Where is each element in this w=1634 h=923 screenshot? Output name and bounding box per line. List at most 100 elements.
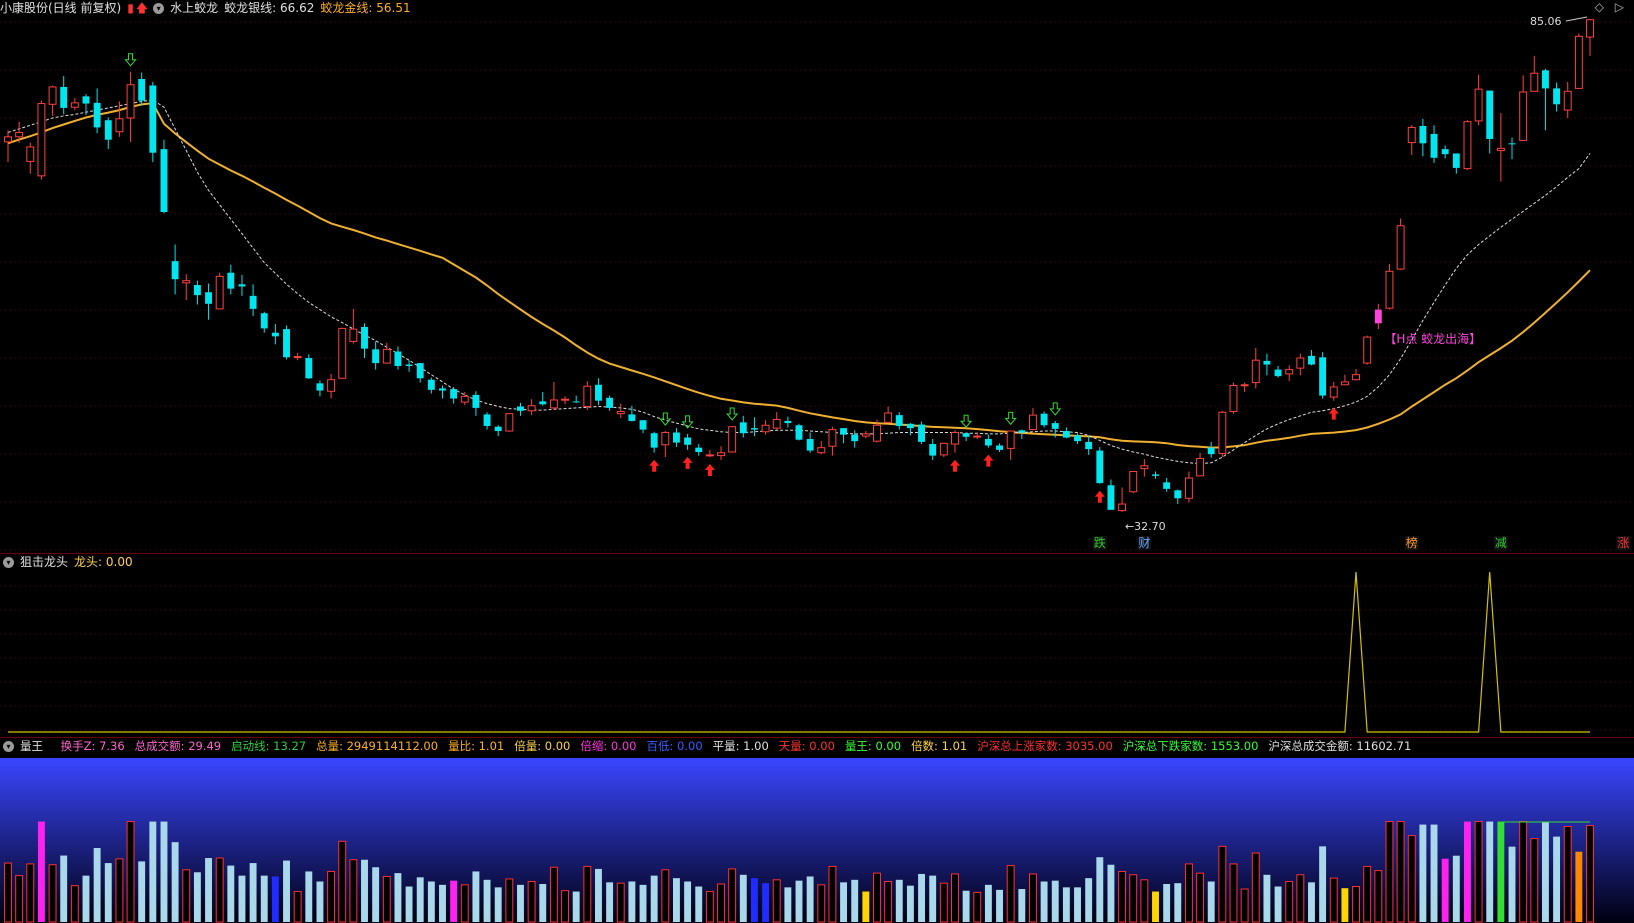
candle: [517, 402, 524, 416]
window-more-icon[interactable]: ▷: [1615, 0, 1624, 14]
volume-bar: [1062, 887, 1070, 922]
candle-body: [1419, 125, 1427, 144]
candle-body: [650, 433, 658, 448]
candle: [695, 444, 703, 456]
silver-line: [7, 99, 1591, 465]
candle: [1441, 145, 1449, 159]
candle-body: [93, 102, 101, 128]
candle-body: [1396, 225, 1405, 270]
sell-arrow-icon: [659, 412, 672, 426]
volume-bar: [1140, 879, 1149, 923]
volume-bar: [1184, 863, 1193, 923]
candle: [1430, 125, 1438, 163]
candle-body: [182, 280, 191, 284]
volume-bar: [205, 858, 212, 922]
candle-body: [483, 414, 491, 426]
buy-arrow-icon: [983, 454, 994, 467]
indicator-menu-icon[interactable]: ▾: [3, 557, 14, 568]
indicator-menu-icon[interactable]: ▾: [153, 3, 165, 14]
volume-bar: [460, 884, 469, 923]
volume-stat-2: 启动线: 13.27: [231, 739, 307, 753]
candle-body: [1196, 458, 1205, 477]
candle-body: [1586, 19, 1594, 38]
candle: [1263, 353, 1271, 376]
volume-bar: [1229, 863, 1238, 923]
volume-bar: [717, 883, 725, 923]
candle-body: [861, 433, 870, 437]
volume-bar: [705, 891, 714, 923]
volume-bar: [1430, 824, 1438, 922]
candle-body: [1530, 72, 1539, 92]
candlestick-chart[interactable]: 85.06 ←32.70 【H点 蛟龙出海】跌 财 榜 减 涨: [0, 0, 1634, 552]
volume-bar: [126, 821, 135, 923]
candle: [572, 395, 580, 403]
candle: [1396, 218, 1405, 270]
candle-body: [549, 399, 558, 409]
candle-body: [450, 389, 458, 399]
candle-body: [817, 447, 826, 454]
volume-bar: [1096, 857, 1104, 922]
candle-body: [1319, 357, 1327, 396]
volume-menu-icon[interactable]: ▾: [3, 741, 14, 752]
candle-body: [439, 388, 446, 391]
candle: [1229, 382, 1238, 414]
candle-body: [472, 394, 480, 408]
indicator-panel[interactable]: ▾ 狙击龙头 龙头: 0.00: [0, 553, 1634, 738]
volume-bar: [1308, 882, 1315, 922]
volume-bar: [215, 857, 224, 923]
candle-body: [505, 413, 514, 432]
candle-body: [1296, 357, 1305, 369]
buy-arrow-icon: [1094, 490, 1105, 503]
candle: [661, 431, 670, 458]
volume-bar: [93, 848, 101, 922]
volume-stat-1: 总成交额: 29.49: [134, 739, 222, 753]
candle: [1452, 153, 1460, 174]
volume-bar: [1118, 870, 1127, 923]
volume-bar: [539, 884, 547, 922]
volume-bar: [171, 842, 179, 922]
volume-stat-5: 倍量: 0.00: [514, 739, 571, 753]
candle: [1029, 407, 1037, 431]
candle-body: [1496, 147, 1505, 152]
volume-panel[interactable]: ▾ 量王 换手Z: 7.36 总成交额: 29.49 启动线: 13.27 总量: 29…: [0, 737, 1634, 923]
candle: [70, 97, 79, 111]
volume-bar: [1519, 821, 1528, 923]
volume-bar: [1563, 826, 1572, 923]
volume-bar: [1329, 877, 1338, 923]
volume-bar: [361, 859, 368, 922]
volume-bar: [1508, 846, 1516, 922]
candle: [1553, 82, 1561, 112]
volume-bar: [1207, 881, 1215, 922]
volume-bar: [661, 869, 670, 923]
main-chart-panel[interactable]: 85.06 ←32.70 【H点 蛟龙出海】跌 财 榜 减 涨 小康股份(日线 前复权) ▮ 🡅…: [0, 0, 1634, 552]
volume-bar: [639, 884, 647, 922]
volume-stat-14: 沪深总成交金额: 11602.71: [1268, 739, 1412, 753]
buy-arrow-icon: [682, 456, 693, 469]
volume-bar: [450, 880, 458, 922]
candle: [227, 264, 235, 295]
candle: [1129, 471, 1138, 494]
volume-bar: [996, 889, 1003, 922]
volume-bar: [684, 881, 692, 922]
volume-bar: [1152, 891, 1159, 922]
volume-bar: [48, 864, 57, 923]
candle: [193, 280, 201, 305]
candle-body: [1085, 441, 1093, 450]
volume-stat-9: 天量: 0.00: [778, 739, 835, 753]
volume-bar: [1452, 855, 1460, 922]
candle-body: [1340, 381, 1349, 386]
candle: [1163, 478, 1171, 492]
candle: [1519, 75, 1528, 141]
stock-title: 小康股份(日线 前复权): [0, 1, 122, 15]
candle-body: [416, 363, 424, 379]
volume-bar: [60, 855, 68, 922]
buy-arrow-icon: [949, 459, 960, 472]
volume-bar: [739, 874, 747, 922]
badge-0: 跌: [1094, 535, 1106, 550]
volume-bar: [1251, 852, 1260, 923]
candle-body: [572, 401, 580, 403]
sell-arrow-icon: [124, 53, 137, 67]
candle: [895, 412, 903, 430]
window-restore-icon[interactable]: ◇: [1595, 0, 1604, 14]
volume-bar: [1018, 889, 1026, 922]
